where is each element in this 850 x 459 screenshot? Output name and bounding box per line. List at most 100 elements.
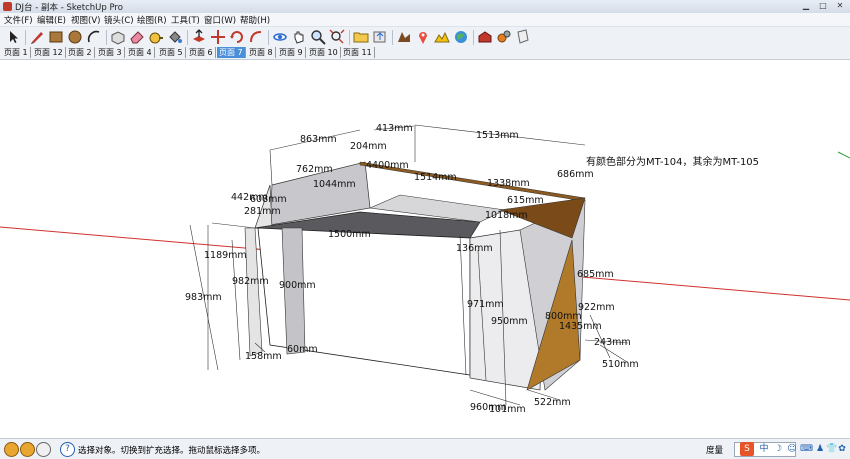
help-icon[interactable]: ?	[60, 442, 75, 457]
user-tray-icon[interactable]: ♟	[814, 442, 826, 456]
dim-label: 510mm	[602, 359, 639, 370]
toggle-terrain-tool[interactable]	[434, 29, 450, 45]
paint-bucket-icon	[169, 31, 182, 43]
credits-icon[interactable]	[20, 442, 35, 457]
select-tool[interactable]	[6, 29, 22, 45]
hand-icon	[294, 31, 304, 44]
extension-warehouse-tool[interactable]	[477, 29, 493, 45]
tab-page-12[interactable]: 页面 12	[32, 47, 66, 58]
tape-measure-tool[interactable]	[148, 29, 164, 45]
tab-page-7[interactable]: 页面 7	[217, 47, 246, 58]
dim-label: 413mm	[376, 123, 413, 134]
magnifier-icon	[311, 30, 326, 45]
follow-me-tool[interactable]	[248, 29, 264, 45]
close-button[interactable]: ✕	[833, 0, 847, 11]
arc-icon	[87, 30, 100, 43]
menu-camera[interactable]: 镜头(C)	[104, 14, 134, 26]
model-viewport[interactable]: 有颜色部分为MT-104，其余为MT-105 863mm 413mm 1513m…	[0, 60, 850, 438]
dim-label: 1018mm	[485, 210, 528, 221]
dim-label: 608mm	[250, 194, 287, 205]
user-icon[interactable]	[36, 442, 51, 457]
preview-earth-tool[interactable]	[453, 29, 469, 45]
circle-tool[interactable]	[67, 29, 83, 45]
get-photo-texture-tool[interactable]	[396, 29, 412, 45]
tab-page-3[interactable]: 页面 3	[96, 47, 125, 58]
minimize-button[interactable]: ▁	[799, 0, 813, 11]
dim-label: 136mm	[456, 243, 493, 254]
zoom-tool[interactable]	[310, 29, 326, 45]
dim-label: 1189mm	[204, 250, 247, 261]
cursor-arrow-icon	[10, 31, 18, 43]
menu-help[interactable]: 帮助(H)	[240, 14, 270, 26]
tab-page-1[interactable]: 页面 1	[2, 47, 31, 58]
make-component-tool[interactable]	[110, 29, 126, 45]
maximize-button[interactable]: □	[816, 0, 830, 11]
status-bar: ? 选择对象。切换到扩充选择。拖动鼠标选择多项。 度量 S 中 ☽ ☺ ⌨ ♟ …	[0, 438, 850, 459]
dim-label: 522mm	[534, 397, 571, 408]
tab-page-2[interactable]: 页面 2	[66, 47, 95, 58]
menu-view[interactable]: 视图(V)	[71, 14, 100, 26]
emoji-icon[interactable]: ☺	[786, 442, 798, 456]
sketchup-app-icon	[3, 2, 12, 11]
dim-label: 983mm	[185, 292, 222, 303]
orbit-tool[interactable]	[272, 29, 288, 45]
menu-edit[interactable]: 编辑(E)	[37, 14, 66, 26]
dim-label: 615mm	[507, 195, 544, 206]
tab-page-11[interactable]: 页面 11	[341, 47, 375, 58]
keyboard-icon[interactable]: ⌨	[800, 442, 813, 456]
status-hint: 选择对象。切换到扩充选择。拖动鼠标选择多项。	[78, 446, 266, 456]
skin-icon[interactable]: 👕	[826, 442, 837, 456]
rotate-icon	[230, 31, 243, 43]
paint-bucket-tool[interactable]	[167, 29, 183, 45]
ime-mode-icon[interactable]: 中	[758, 442, 770, 456]
rotate-tool[interactable]	[229, 29, 245, 45]
dim-label: 60mm	[287, 344, 318, 355]
push-pull-tool[interactable]	[191, 29, 207, 45]
layout-doc-icon	[517, 29, 529, 44]
photo-icon	[398, 32, 410, 42]
move-tool[interactable]	[210, 29, 226, 45]
share-model-tool[interactable]	[372, 29, 388, 45]
menu-file[interactable]: 文件(F)	[4, 14, 33, 26]
menu-window[interactable]: 窗口(W)	[204, 14, 236, 26]
arc-tool[interactable]	[86, 29, 102, 45]
dim-label: 1514mm	[414, 172, 457, 183]
pencil-tool[interactable]	[29, 29, 45, 45]
tab-page-5[interactable]: 页面 5	[157, 47, 186, 58]
dim-label: 863mm	[300, 134, 337, 145]
layout-tool[interactable]	[515, 29, 531, 45]
pan-tool[interactable]	[291, 29, 307, 45]
terrain-icon	[434, 31, 450, 43]
dim-label: 922mm	[578, 302, 615, 313]
get-models-tool[interactable]	[353, 29, 369, 45]
dim-label: 281mm	[244, 206, 281, 217]
moon-icon[interactable]: ☽	[772, 442, 784, 456]
menu-bar: 文件(F) 编辑(E) 视图(V) 镜头(C) 绘图(R) 工具(T) 窗口(W…	[0, 13, 850, 26]
menu-tools[interactable]: 工具(T)	[171, 14, 200, 26]
extension-manager-tool[interactable]	[496, 29, 512, 45]
tab-page-8[interactable]: 页面 8	[247, 47, 276, 58]
move-cross-icon	[211, 30, 225, 44]
pin-icon	[419, 32, 427, 44]
tab-page-4[interactable]: 页面 4	[126, 47, 155, 58]
eraser-icon	[130, 31, 144, 44]
scene-tabs: 页面 1 页面 12 页面 2 页面 3 页面 4 页面 5 页面 6 页面 7…	[0, 47, 850, 60]
tab-page-9[interactable]: 页面 9	[277, 47, 306, 58]
dim-label: 1435mm	[559, 321, 602, 332]
tab-page-6[interactable]: 页面 6	[187, 47, 216, 58]
tab-page-10[interactable]: 页面 10	[307, 47, 341, 58]
rectangle-tool[interactable]	[48, 29, 64, 45]
add-location-tool[interactable]	[415, 29, 431, 45]
tape-measure-icon	[149, 32, 163, 44]
geo-location-icon[interactable]	[4, 442, 19, 457]
dim-label: 800mm	[545, 311, 582, 322]
eraser-tool[interactable]	[129, 29, 145, 45]
menu-draw[interactable]: 绘图(R)	[137, 14, 167, 26]
green-axis	[837, 151, 850, 159]
settings-tray-icon[interactable]: ✿	[837, 442, 847, 456]
sogou-ime-icon[interactable]: S	[740, 442, 754, 456]
dim-label: 1500mm	[328, 229, 371, 240]
window-title: DJ台 - 副本 - SketchUp Pro	[15, 3, 123, 13]
zoom-extents-tool[interactable]	[329, 29, 345, 45]
zoom-extents-icon	[329, 29, 345, 44]
